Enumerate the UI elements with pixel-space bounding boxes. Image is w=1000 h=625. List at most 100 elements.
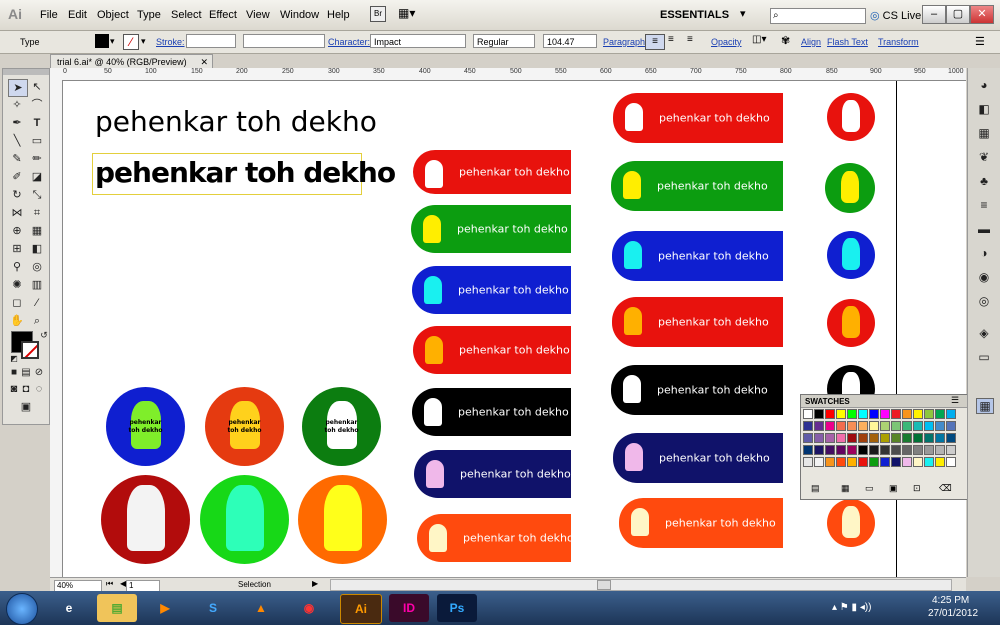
align-center-icon[interactable]: ≡ xyxy=(668,34,674,45)
pill-logo-blue[interactable]: pehenkar toh dekho xyxy=(412,266,571,314)
swatch-chip[interactable] xyxy=(814,421,824,431)
chevron-down-icon[interactable]: ▾ xyxy=(110,36,115,47)
align-link[interactable]: Align xyxy=(801,37,821,47)
menu-file[interactable]: File xyxy=(40,9,58,21)
clock-date[interactable]: 27/01/2012 xyxy=(928,608,978,619)
screen-mode-icon[interactable]: ▣ xyxy=(17,399,35,415)
horizontal-scrollbar[interactable] xyxy=(330,579,952,591)
color-guide-icon[interactable]: ◧ xyxy=(976,102,992,116)
layers-panel-icon[interactable]: ◈ xyxy=(976,326,992,340)
tabbed-pill-red[interactable]: pehenkar toh dekho xyxy=(613,93,783,143)
font-size-field[interactable]: 104.47 xyxy=(543,34,597,48)
swatch-chip[interactable] xyxy=(814,457,824,467)
panel-menu-icon[interactable]: ☰ xyxy=(975,35,985,48)
line-tool-icon[interactable]: ╲ xyxy=(8,133,26,149)
recolor-artwork-icon[interactable]: ◫▾ xyxy=(752,34,766,45)
font-style-select[interactable]: Regular xyxy=(473,34,535,48)
appearance-panel-icon[interactable]: ◉ xyxy=(976,270,992,284)
pill-logo-red-amber[interactable]: pehenkar toh dekho xyxy=(413,326,571,374)
flash-text-link[interactable]: Flash Text xyxy=(827,37,868,47)
color-panel-icon[interactable]: ◕ xyxy=(976,78,992,92)
free-transform-tool-icon[interactable]: ⌗ xyxy=(28,205,46,221)
eraser-tool-icon[interactable]: ◪ xyxy=(28,169,46,185)
pill-logo-orange[interactable]: pehenkar toh dekho xyxy=(417,514,574,562)
swatch-chip[interactable] xyxy=(880,445,890,455)
swatch-chip[interactable] xyxy=(814,433,824,443)
swatch-chip[interactable] xyxy=(902,433,912,443)
eyedropper-tool-icon[interactable]: ⚲ xyxy=(8,259,26,275)
workspace-switcher[interactable]: ESSENTIALS xyxy=(660,9,729,21)
menu-select[interactable]: Select xyxy=(171,9,202,21)
swatch-chip[interactable] xyxy=(858,433,868,443)
swatch-chip[interactable] xyxy=(946,421,956,431)
swatch-chip[interactable] xyxy=(858,457,868,467)
slice-tool-icon[interactable]: ⁄ xyxy=(28,295,46,311)
swatch-chip[interactable] xyxy=(847,421,857,431)
swatch-chip[interactable] xyxy=(836,445,846,455)
menu-effect[interactable]: Effect xyxy=(209,9,237,21)
close-icon[interactable]: ✕ xyxy=(200,55,208,69)
stroke-swatch[interactable]: ⁄ xyxy=(123,34,139,50)
swatch-chip[interactable] xyxy=(858,409,868,419)
swatch-chip[interactable] xyxy=(946,445,956,455)
swatch-chip[interactable] xyxy=(946,409,956,419)
photoshop-taskbar-icon[interactable]: Ps xyxy=(437,594,477,622)
swatch-chip[interactable] xyxy=(891,421,901,431)
tools-panel-grip[interactable] xyxy=(3,69,49,75)
swatch-chip[interactable] xyxy=(880,421,890,431)
swatch-chip[interactable] xyxy=(913,433,923,443)
swatch-chip[interactable] xyxy=(880,457,890,467)
menu-help[interactable]: Help xyxy=(327,9,350,21)
swatch-options-icon[interactable]: ▭ xyxy=(865,483,874,494)
magic-wand-tool-icon[interactable]: ✧ xyxy=(8,97,26,113)
opacity-link[interactable]: Opacity xyxy=(711,37,742,47)
gradient-panel-icon[interactable]: ▬ xyxy=(976,222,992,236)
gradient-tool-icon[interactable]: ◧ xyxy=(28,241,46,257)
icon-circle-red[interactable] xyxy=(827,93,875,141)
swatch-chip[interactable] xyxy=(891,457,901,467)
status-mode-label[interactable]: Selection xyxy=(238,580,271,589)
global-edit-icon[interactable]: ✾ xyxy=(781,34,790,47)
scale-tool-icon[interactable]: ⤡ xyxy=(28,187,46,203)
swatch-chip[interactable] xyxy=(803,445,813,455)
symbol-sprayer-tool-icon[interactable]: ✺ xyxy=(8,277,26,293)
swatch-chip[interactable] xyxy=(913,409,923,419)
illustrator-taskbar-icon[interactable]: Ai xyxy=(340,594,382,624)
stroke-color-box[interactable] xyxy=(21,341,39,359)
draw-inside-icon[interactable]: ◌ xyxy=(30,381,48,397)
swatch-chip[interactable] xyxy=(946,433,956,443)
stroke-link[interactable]: Stroke: xyxy=(156,37,185,47)
trash-icon[interactable]: ⌫ xyxy=(939,483,952,494)
swatch-chip[interactable] xyxy=(880,409,890,419)
icon-circle-blue[interactable] xyxy=(827,231,875,279)
menu-edit[interactable]: Edit xyxy=(68,9,87,21)
pen-tool-icon[interactable]: ✒ xyxy=(8,115,26,131)
swatch-chip[interactable] xyxy=(869,457,879,467)
vlc-icon[interactable]: ▲ xyxy=(241,594,281,622)
fill-swatch[interactable] xyxy=(95,34,109,48)
shape-builder-tool-icon[interactable]: ⊕ xyxy=(8,223,26,239)
swatch-chip[interactable] xyxy=(946,457,956,467)
clock-time[interactable]: 4:25 PM xyxy=(932,595,969,606)
status-next-icon[interactable]: ▶ xyxy=(312,579,318,588)
none-icon[interactable]: ⊘ xyxy=(30,365,48,381)
new-color-group-icon[interactable]: ▣ xyxy=(889,483,898,494)
pill-logo-navy[interactable]: pehenkar toh dekho xyxy=(414,450,571,498)
swatch-chip[interactable] xyxy=(935,421,945,431)
align-right-icon[interactable]: ≡ xyxy=(687,34,693,45)
tabbed-pill-red-amber[interactable]: pehenkar toh dekho xyxy=(612,297,783,347)
character-link[interactable]: Character: xyxy=(328,37,370,47)
close-button[interactable]: ✕ xyxy=(970,5,994,24)
artboard-canvas[interactable]: pehenkar toh dekho pehenkar toh dekho pe… xyxy=(63,81,966,577)
lasso-tool-icon[interactable]: ⌒ xyxy=(28,97,46,113)
selection-tool-icon[interactable]: ➤ xyxy=(8,79,28,97)
internet-explorer-icon[interactable]: e xyxy=(49,594,89,622)
chevron-down-icon[interactable]: ▾ xyxy=(141,36,146,47)
media-player-icon[interactable]: ▶ xyxy=(145,594,185,622)
swatch-chip[interactable] xyxy=(825,409,835,419)
direct-selection-tool-icon[interactable]: ↖ xyxy=(28,79,46,95)
swatch-chip[interactable] xyxy=(902,409,912,419)
pill-logo-red[interactable]: pehenkar toh dekho xyxy=(413,150,571,194)
swatch-chip[interactable] xyxy=(825,457,835,467)
swatch-chip[interactable] xyxy=(924,445,934,455)
